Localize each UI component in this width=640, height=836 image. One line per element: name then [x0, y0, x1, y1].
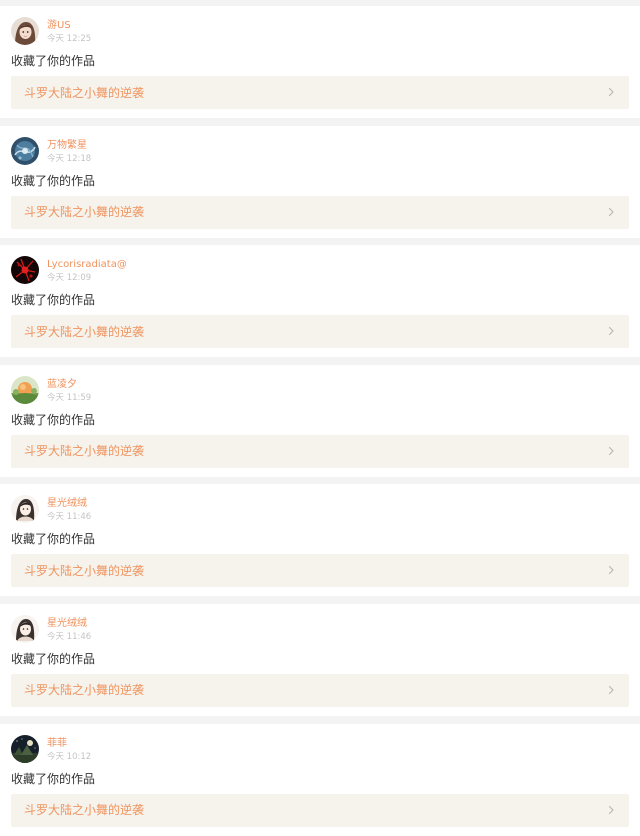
- work-title: 斗罗大陆之小舞的逆袭: [24, 205, 145, 220]
- timestamp: 今天 11:59: [47, 392, 92, 403]
- notification-card: 蓝凌夕 今天 11:59 收藏了你的作品 斗罗大陆之小舞的逆袭: [0, 364, 640, 477]
- username[interactable]: 星光绒绒: [47, 498, 87, 510]
- work-title: 斗罗大陆之小舞的逆袭: [24, 444, 145, 459]
- username[interactable]: 星光绒绒: [47, 618, 87, 630]
- avatar[interactable]: [11, 256, 39, 285]
- work-link[interactable]: 斗罗大陆之小舞的逆袭: [11, 76, 629, 109]
- avatar[interactable]: [11, 375, 39, 404]
- avatar[interactable]: [11, 614, 39, 643]
- action-text: 收藏了你的作品: [11, 771, 96, 786]
- work-link[interactable]: 斗罗大陆之小舞的逆袭: [11, 315, 629, 349]
- avatar[interactable]: [11, 495, 39, 524]
- avatar-image-icon: [11, 256, 39, 285]
- timestamp: 今天 11:46: [47, 631, 92, 642]
- avatar-image-icon: [11, 734, 39, 763]
- timestamp: 今天 12:09: [47, 273, 92, 284]
- notification-card: 菲菲 今天 10:12 收藏了你的作品 斗罗大陆之小舞的逆袭: [0, 723, 640, 836]
- avatar-image-icon: [11, 17, 39, 45]
- timestamp: 今天 12:25: [47, 34, 92, 44]
- notification-card: Lycorisradiata@ 今天 12:09 收藏了你的作品 斗罗大陆之小舞…: [0, 245, 640, 358]
- chevron-right-icon: [605, 684, 617, 696]
- work-title: 斗罗大陆之小舞的逆袭: [24, 324, 145, 339]
- avatar[interactable]: [11, 136, 39, 165]
- username[interactable]: 蓝凌夕: [47, 379, 77, 391]
- avatar-image-icon: [11, 614, 39, 643]
- avatar-image-icon: [11, 375, 39, 404]
- work-title: 斗罗大陆之小舞的逆袭: [24, 803, 145, 818]
- action-text: 收藏了你的作品: [11, 54, 96, 68]
- chevron-right-icon: [605, 804, 617, 816]
- work-title: 斗罗大陆之小舞的逆袭: [24, 683, 145, 698]
- timestamp: 今天 10:12: [47, 751, 92, 762]
- avatar-image-icon: [11, 136, 39, 165]
- chevron-right-icon: [605, 325, 617, 337]
- notification-card: 星光绒绒 今天 11:46 收藏了你的作品 斗罗大陆之小舞的逆袭: [0, 484, 640, 597]
- work-link[interactable]: 斗罗大陆之小舞的逆袭: [11, 793, 629, 827]
- chevron-right-icon: [605, 445, 617, 457]
- work-title: 斗罗大陆之小舞的逆袭: [24, 85, 145, 100]
- chevron-right-icon: [605, 564, 617, 576]
- notification-card: 游US 今天 12:25 收藏了你的作品 斗罗大陆之小舞的逆袭: [0, 6, 640, 118]
- timestamp: 今天 11:46: [47, 512, 92, 523]
- action-text: 收藏了你的作品: [11, 412, 96, 427]
- notification-card: 万物繁星 今天 12:18 收藏了你的作品 斗罗大陆之小舞的逆袭: [0, 125, 640, 238]
- chevron-right-icon: [605, 206, 617, 218]
- avatar[interactable]: [11, 734, 39, 763]
- username[interactable]: Lycorisradiata@: [47, 259, 127, 271]
- action-text: 收藏了你的作品: [11, 532, 96, 547]
- action-text: 收藏了你的作品: [11, 173, 96, 188]
- work-link[interactable]: 斗罗大陆之小舞的逆袭: [11, 434, 629, 468]
- timestamp: 今天 12:18: [47, 153, 92, 164]
- username[interactable]: 游US: [47, 20, 71, 32]
- avatar[interactable]: [11, 17, 39, 45]
- work-link[interactable]: 斗罗大陆之小舞的逆袭: [11, 554, 629, 588]
- work-title: 斗罗大陆之小舞的逆袭: [24, 563, 145, 578]
- action-text: 收藏了你的作品: [11, 651, 96, 666]
- action-text: 收藏了你的作品: [11, 293, 96, 308]
- avatar-image-icon: [11, 495, 39, 524]
- chevron-right-icon: [605, 86, 617, 98]
- notification-card: 星光绒绒 今天 11:46 收藏了你的作品 斗罗大陆之小舞的逆袭: [0, 603, 640, 716]
- notification-feed: 游US 今天 12:25 收藏了你的作品 斗罗大陆之小舞的逆袭 万物繁星 今天 …: [0, 0, 640, 836]
- username[interactable]: 万物繁星: [47, 140, 87, 152]
- work-link[interactable]: 斗罗大陆之小舞的逆袭: [11, 673, 629, 707]
- username[interactable]: 菲菲: [47, 738, 67, 750]
- work-link[interactable]: 斗罗大陆之小舞的逆袭: [11, 195, 629, 229]
